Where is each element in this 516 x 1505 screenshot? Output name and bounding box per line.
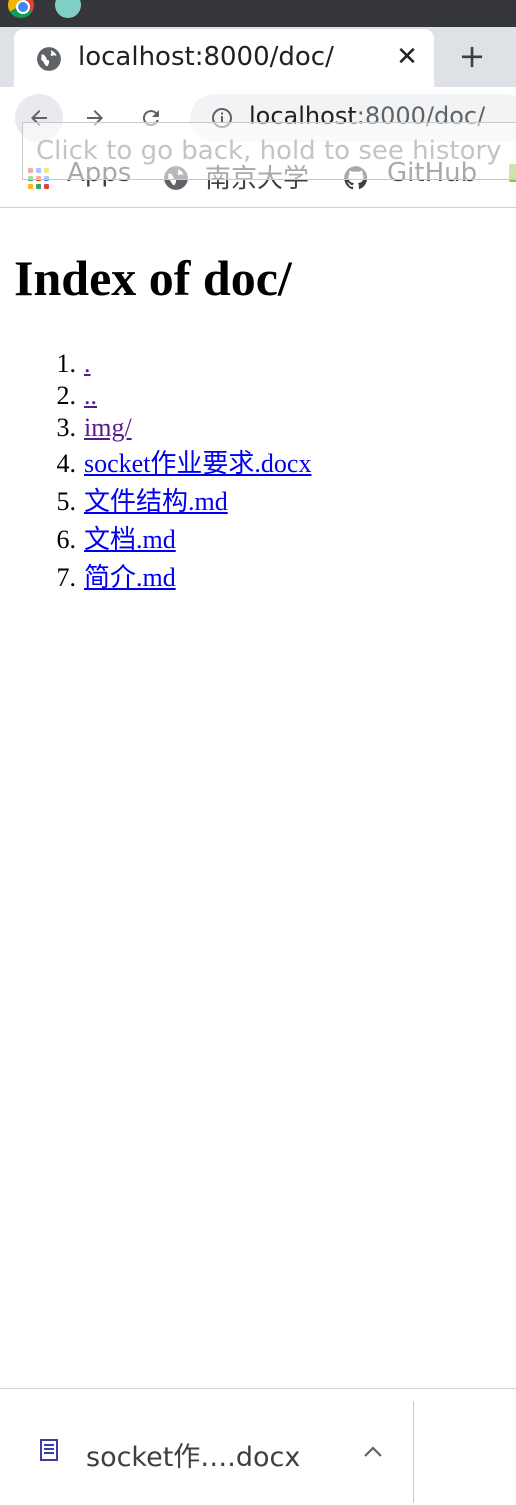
list-item: 1. .	[57, 348, 311, 380]
file-list: 1. . 2. .. 3. img/ 4. socket作业要求.docx 5.…	[57, 348, 312, 596]
chevron-up-icon[interactable]	[360, 1441, 386, 1463]
list-number: 3.	[56, 413, 77, 442]
download-item[interactable]: socket作….docx	[0, 1401, 414, 1505]
list-number: 5.	[56, 487, 77, 516]
file-link-structure-md[interactable]: 文件结构.md	[84, 487, 228, 516]
download-shelf: socket作….docx	[0, 1388, 516, 1505]
tab-strip: localhost:8000/doc/ ✕ +	[0, 27, 516, 87]
list-item: 3. img/	[57, 412, 311, 444]
file-link-parent-dir[interactable]: ..	[84, 381, 97, 410]
list-number: 6.	[56, 525, 77, 554]
app-icon[interactable]	[55, 0, 81, 18]
globe-icon	[37, 47, 61, 71]
back-button-tooltip: Click to go back, hold to see history	[22, 122, 516, 180]
browser-tab[interactable]: localhost:8000/doc/ ✕	[14, 29, 434, 87]
document-icon	[40, 1439, 58, 1461]
list-item: 6. 文档.md	[57, 520, 311, 558]
download-filename: socket作….docx	[86, 1442, 301, 1473]
file-link-img[interactable]: img/	[84, 413, 132, 442]
tab-title: localhost:8000/doc/	[78, 42, 334, 72]
new-tab-button[interactable]: +	[452, 39, 492, 75]
file-link-doc-md[interactable]: 文档.md	[84, 525, 176, 554]
list-number: 7.	[56, 563, 77, 592]
tab-close-icon[interactable]: ✕	[394, 41, 420, 73]
list-number: 2.	[56, 381, 77, 410]
shelf-divider	[413, 1401, 414, 1503]
file-link-socket-docx[interactable]: socket作业要求.docx	[84, 449, 311, 478]
os-taskbar	[0, 0, 516, 27]
tooltip-text: Click to go back, hold to see history	[36, 136, 502, 166]
list-item: 4. socket作业要求.docx	[57, 444, 312, 482]
file-link-intro-md[interactable]: 简介.md	[84, 563, 176, 592]
list-item: 7. 简介.md	[57, 558, 311, 596]
list-item: 2. ..	[57, 380, 311, 412]
list-number: 4.	[56, 449, 77, 478]
list-item: 5. 文件结构.md	[57, 482, 311, 520]
page-title: Index of doc/	[14, 250, 292, 306]
file-link-current-dir[interactable]: .	[84, 349, 91, 378]
chrome-app-icon[interactable]	[8, 0, 34, 18]
list-number: 1.	[56, 349, 77, 378]
